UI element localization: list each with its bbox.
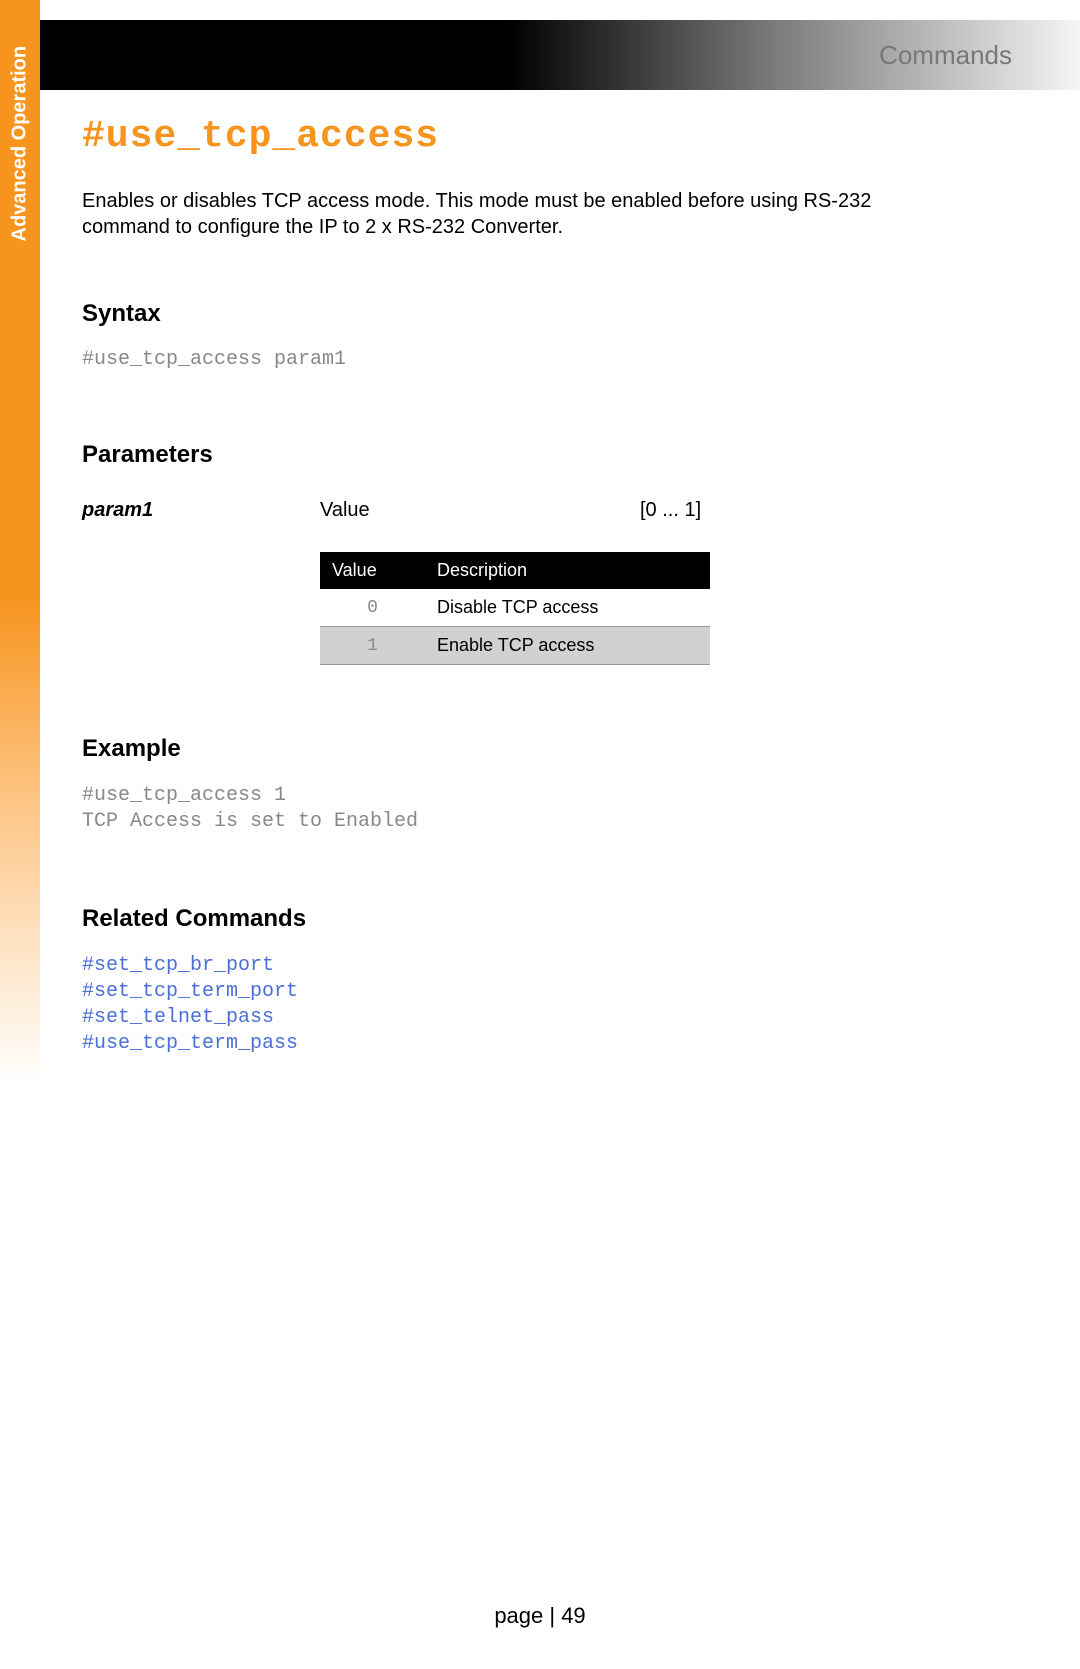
table-header-description: Description — [425, 552, 710, 589]
table-cell-value: 1 — [320, 627, 425, 665]
table-header-value: Value — [320, 552, 425, 589]
syntax-code: #use_tcp_access param1 — [82, 348, 952, 371]
related-command-link[interactable]: #set_telnet_pass — [82, 1005, 952, 1031]
page-footer: page | 49 — [0, 1603, 1080, 1629]
header-title: Commands — [879, 40, 1012, 71]
value-table: Value Description 0 Disable TCP access 1… — [320, 552, 710, 665]
parameter-range: [0 ... 1] — [640, 499, 701, 522]
related-command-link[interactable]: #set_tcp_br_port — [82, 953, 952, 979]
parameters-heading: Parameters — [82, 441, 952, 469]
table-row: 1 Enable TCP access — [320, 627, 710, 665]
example-code: #use_tcp_access 1 TCP Access is set to E… — [82, 783, 952, 835]
related-commands-heading: Related Commands — [82, 905, 952, 933]
table-cell-description: Disable TCP access — [425, 589, 710, 627]
command-description: Enables or disables TCP access mode. Thi… — [82, 188, 952, 240]
sidebar-section-label: Advanced Operation — [9, 46, 32, 242]
content-area: #use_tcp_access Enables or disables TCP … — [82, 115, 1012, 1057]
header-bar: Commands — [40, 20, 1080, 90]
parameter-type: Value — [320, 499, 640, 522]
example-heading: Example — [82, 735, 952, 763]
table-cell-value: 0 — [320, 589, 425, 627]
related-commands-list: #set_tcp_br_port #set_tcp_term_port #set… — [82, 953, 952, 1057]
table-row: 0 Disable TCP access — [320, 589, 710, 627]
parameter-row: param1 Value [0 ... 1] — [82, 499, 832, 522]
related-command-link[interactable]: #use_tcp_term_pass — [82, 1031, 952, 1057]
table-cell-description: Enable TCP access — [425, 627, 710, 665]
related-command-link[interactable]: #set_tcp_term_port — [82, 979, 952, 1005]
parameter-name: param1 — [82, 499, 320, 522]
syntax-heading: Syntax — [82, 300, 952, 328]
sidebar: Advanced Operation — [0, 0, 40, 1085]
command-title: #use_tcp_access — [82, 115, 952, 158]
